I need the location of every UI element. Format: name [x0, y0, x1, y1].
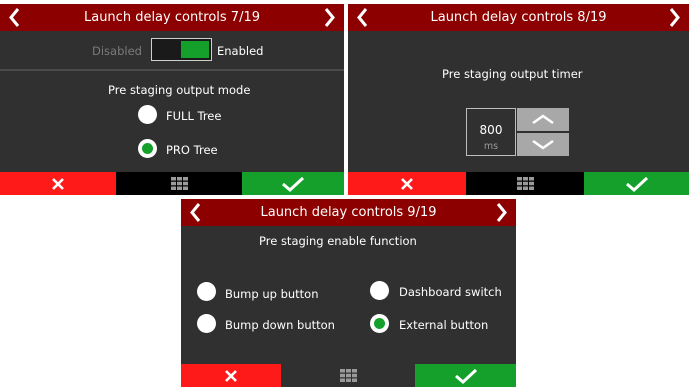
prev-button[interactable]	[183, 199, 209, 226]
chevron-left-icon	[357, 8, 368, 27]
screen-title: Launch delay controls 7/19	[83, 10, 261, 25]
chevron-right-icon	[669, 8, 680, 27]
screen-title: Launch delay controls 8/19	[430, 10, 607, 25]
close-icon	[225, 369, 237, 382]
footer-bar	[181, 364, 516, 387]
radio-dashboard-switch[interactable]	[370, 281, 389, 300]
option-label-pro-tree: PRO Tree	[166, 143, 218, 157]
grid-icon	[170, 177, 188, 190]
selected-dot	[374, 318, 385, 329]
option-label-bump-down: Bump down button	[225, 318, 335, 332]
timer-value-box[interactable]: 800 ms	[466, 108, 516, 156]
section-title: Pre staging output timer	[442, 67, 583, 81]
radio-external-button[interactable]	[370, 314, 389, 333]
chevron-left-icon	[9, 8, 20, 27]
cancel-button[interactable]	[0, 172, 116, 195]
screen-launch-delay-9: Launch delay controls 9/19 Pre staging e…	[181, 199, 516, 387]
check-icon	[625, 176, 648, 192]
menu-button[interactable]	[116, 172, 242, 195]
section-title: Pre staging output mode	[108, 83, 251, 97]
next-button[interactable]	[488, 199, 514, 226]
chevron-left-icon	[190, 203, 201, 222]
radio-bump-up[interactable]	[197, 282, 216, 301]
option-label-full-tree: FULL Tree	[166, 109, 222, 123]
divider	[0, 69, 344, 71]
next-button[interactable]	[316, 4, 342, 31]
grid-icon	[339, 369, 357, 382]
screen-title: Launch delay controls 9/19	[260, 205, 437, 220]
check-icon	[454, 368, 477, 384]
confirm-button[interactable]	[584, 172, 689, 195]
timer-unit: ms	[483, 141, 499, 152]
option-label-bump-up: Bump up button	[225, 287, 319, 301]
increment-button[interactable]	[517, 108, 569, 131]
header-bar: Launch delay controls 7/19	[0, 4, 344, 31]
toggle-on-label: Enabled	[217, 44, 264, 58]
menu-button[interactable]	[281, 364, 415, 387]
chevron-right-icon	[324, 8, 335, 27]
option-label-dashboard-switch: Dashboard switch	[399, 285, 502, 299]
prev-button[interactable]	[2, 4, 28, 31]
grid-icon	[516, 177, 534, 190]
screen-launch-delay-7: Launch delay controls 7/19 Disabled Enab…	[0, 4, 344, 195]
confirm-button[interactable]	[415, 364, 516, 387]
close-icon	[401, 177, 413, 190]
header-bar: Launch delay controls 9/19	[181, 199, 516, 226]
option-label-external-button: External button	[399, 318, 489, 332]
confirm-button[interactable]	[242, 172, 344, 195]
screen-launch-delay-8: Launch delay controls 8/19 Pre staging o…	[348, 4, 689, 195]
menu-button[interactable]	[466, 172, 584, 195]
chevron-down-icon	[532, 139, 554, 150]
toggle-off-label: Disabled	[92, 44, 142, 58]
timer-value: 800	[479, 123, 503, 137]
footer-bar	[0, 172, 344, 195]
cancel-button[interactable]	[348, 172, 466, 195]
toggle-knob	[181, 41, 209, 58]
section-title: Pre staging enable function	[259, 234, 417, 248]
radio-bump-down[interactable]	[197, 314, 216, 333]
prev-button[interactable]	[350, 4, 376, 31]
next-button[interactable]	[661, 4, 687, 31]
decrement-button[interactable]	[517, 133, 569, 156]
cancel-button[interactable]	[181, 364, 281, 387]
chevron-right-icon	[496, 203, 507, 222]
enable-toggle[interactable]	[151, 38, 212, 61]
radio-full-tree[interactable]	[138, 105, 157, 124]
close-icon	[52, 177, 64, 190]
footer-bar	[348, 172, 689, 195]
check-icon	[282, 176, 305, 192]
radio-pro-tree[interactable]	[138, 139, 157, 158]
chevron-up-icon	[532, 114, 554, 125]
header-bar: Launch delay controls 8/19	[348, 4, 689, 31]
selected-dot	[142, 143, 153, 154]
